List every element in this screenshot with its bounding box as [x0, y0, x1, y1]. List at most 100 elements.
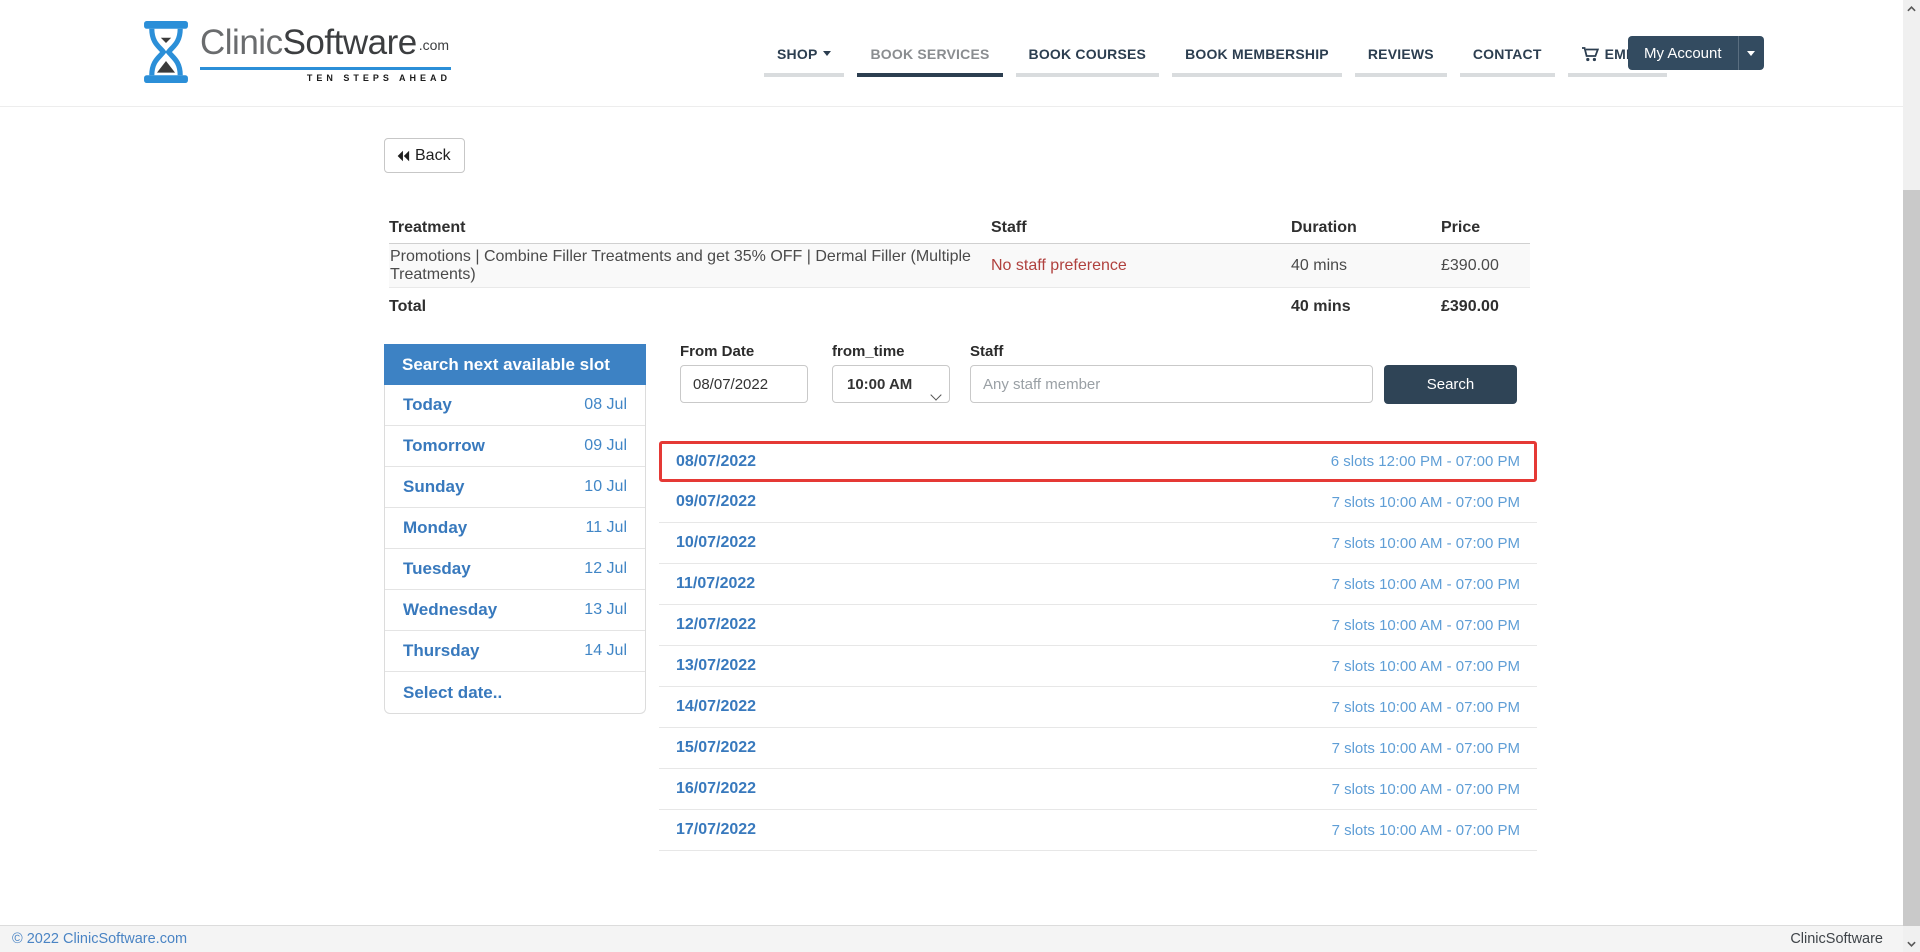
col-header-price: Price: [1441, 219, 1530, 237]
quick-slot-day: Tuesday: [403, 559, 471, 579]
table-header-row: Treatment Staff Duration Price: [389, 212, 1530, 244]
double-left-arrow-icon: [395, 149, 410, 163]
quick-slot-date: 10 Jul: [584, 478, 627, 496]
availability-row[interactable]: 10/07/20227 slots 10:00 AM - 07:00 PM: [659, 523, 1537, 564]
page: ClinicSoftware.com TEN STEPS AHEAD SHOP B…: [0, 0, 1920, 952]
logo[interactable]: ClinicSoftware.com TEN STEPS AHEAD: [140, 21, 451, 83]
scrollbar-thumb[interactable]: [1903, 190, 1920, 926]
treatment-cell: Promotions | Combine Filler Treatments a…: [389, 248, 991, 284]
availability-row[interactable]: 14/07/2022 7 slots 10:00 AM - 07:00 PM: [659, 687, 1537, 728]
caret-down-icon: [823, 51, 831, 56]
footer: © 2022 ClinicSoftware.com ClinicSoftware: [0, 925, 1903, 952]
nav-underline: [1172, 73, 1342, 77]
table-row: Promotions | Combine Filler Treatments a…: [389, 244, 1530, 288]
quick-slot-sunday[interactable]: Sunday 10 Jul: [385, 467, 645, 508]
nav-underline: [1016, 73, 1160, 77]
quick-slot-day: Today: [403, 395, 452, 415]
quick-slot-tomorrow[interactable]: Tomorrow09 Jul: [385, 426, 645, 467]
nav-item-book-courses[interactable]: BOOK COURSES: [1016, 0, 1160, 107]
quick-slot-wednesday[interactable]: Wednesday13 Jul: [385, 590, 645, 631]
availability-date-link[interactable]: 16/07/2022: [676, 780, 756, 798]
availability-date-link[interactable]: 14/07/2022: [676, 698, 756, 716]
nav-underline: [764, 73, 844, 77]
availability-date-link[interactable]: 09/07/2022: [676, 493, 756, 511]
my-account-button[interactable]: My Account: [1628, 36, 1738, 70]
availability-date-link[interactable]: 15/07/2022: [676, 739, 756, 757]
nav-item-contact[interactable]: CONTACT: [1460, 0, 1555, 107]
availability-slots-label: 7 slots 10:00 AM - 07:00 PM: [1332, 576, 1520, 593]
nav-item-book-membership[interactable]: BOOK MEMBERSHIP: [1172, 0, 1342, 107]
availability-date-link[interactable]: 08/07/2022: [676, 453, 756, 471]
staff-field-group: Staff: [970, 343, 1373, 403]
col-header-staff: Staff: [991, 219, 1291, 237]
main-nav: SHOP BOOK SERVICES BOOK COURSES BOOK MEMBER…: [764, 0, 1680, 107]
quick-slot-day: Sunday: [403, 477, 464, 497]
scroll-up-button[interactable]: [1903, 0, 1920, 17]
caret-down-icon: [1747, 51, 1755, 56]
availability-slots-label: 7 slots 10:00 AM - 07:00 PM: [1332, 740, 1520, 757]
select-date-label: Select date..: [403, 683, 502, 703]
availability-row[interactable]: 15/07/2022 7 slots 10:00 AM - 07:00 PM: [659, 728, 1537, 769]
price-cell: £390.00: [1441, 257, 1530, 275]
availability-date-link[interactable]: 12/07/2022: [676, 616, 756, 634]
quick-slot-monday[interactable]: Monday11 Jul: [385, 508, 645, 549]
total-price: £390.00: [1441, 298, 1530, 316]
nav-item-shop[interactable]: SHOP: [764, 0, 844, 107]
quick-slot-thursday[interactable]: Thursday14 Jul: [385, 631, 645, 672]
availability-list: 08/07/20226 slots 12:00 PM - 07:00 PM09/…: [659, 441, 1537, 851]
from-time-field-group: from_time 10:00 AM: [832, 343, 950, 403]
vertical-scrollbar[interactable]: [1903, 0, 1920, 952]
nav-item-label: REVIEWS: [1368, 46, 1434, 62]
availability-date-link[interactable]: 17/07/2022: [676, 821, 756, 839]
quick-slot-date: 08 Jul: [584, 396, 627, 414]
availability-slots-label: 7 slots 10:00 AM - 07:00 PM: [1332, 617, 1520, 634]
availability-row[interactable]: 17/07/20227 slots 10:00 AM - 07:00 PM: [659, 810, 1537, 851]
logo-brand-clinic: Clinic: [200, 21, 283, 65]
footer-brand: ClinicSoftware: [1790, 931, 1883, 947]
chevron-up-icon: [1907, 6, 1916, 12]
nav-underline: [857, 73, 1002, 77]
footer-copyright-link[interactable]: © 2022 ClinicSoftware.com: [12, 931, 187, 947]
availability-date-link[interactable]: 13/07/2022: [676, 657, 756, 675]
availability-date-link[interactable]: 10/07/2022: [676, 534, 756, 552]
availability-row[interactable]: 11/07/2022 7 slots 10:00 AM - 07:00 PM: [659, 564, 1537, 605]
availability-slots-label: 7 slots 10:00 AM - 07:00 PM: [1332, 699, 1520, 716]
quick-slot-select-date[interactable]: Select date..: [385, 672, 645, 713]
from-date-input[interactable]: [680, 365, 808, 403]
availability-row[interactable]: 08/07/20226 slots 12:00 PM - 07:00 PM: [659, 441, 1537, 482]
availability-row[interactable]: 16/07/2022 7 slots 10:00 AM - 07:00 PM: [659, 769, 1537, 810]
my-account-button-group: My Account: [1628, 36, 1764, 70]
nav-item-label: BOOK COURSES: [1029, 46, 1147, 62]
nav-item-reviews[interactable]: REVIEWS: [1355, 0, 1447, 107]
nav-item-book-services[interactable]: BOOK SERVICES: [857, 0, 1002, 107]
availability-date-link[interactable]: 11/07/2022: [676, 575, 755, 593]
total-duration: 40 mins: [1291, 298, 1441, 316]
my-account-dropdown-toggle[interactable]: [1738, 36, 1764, 70]
nav-item-label: BOOK SERVICES: [870, 46, 989, 62]
nav-item-label: BOOK MEMBERSHIP: [1185, 46, 1329, 62]
from-time-label: from_time: [832, 343, 950, 360]
quick-slot-day: Wednesday: [403, 600, 497, 620]
availability-row[interactable]: 13/07/20227 slots 10:00 AM - 07:00 PM: [659, 646, 1537, 687]
quick-slot-today[interactable]: Today 08 Jul: [385, 385, 645, 426]
nav-underline: [1568, 73, 1667, 77]
from-date-field-group: From Date: [680, 343, 808, 403]
logo-brand-software: Software: [283, 21, 417, 65]
nav-underline: [1355, 73, 1447, 77]
nav-underline: [1460, 73, 1555, 77]
table-total-row: Total 40 mins £390.00: [389, 288, 1530, 325]
quick-slot-date: 12 Jul: [584, 560, 627, 578]
back-button[interactable]: Back: [384, 138, 465, 173]
availability-slots-label: 7 slots 10:00 AM - 07:00 PM: [1332, 781, 1520, 798]
scroll-down-button[interactable]: [1903, 935, 1920, 952]
availability-row[interactable]: 09/07/20227 slots 10:00 AM - 07:00 PM: [659, 482, 1537, 523]
staff-label: Staff: [970, 343, 1373, 360]
duration-cell: 40 mins: [1291, 257, 1441, 275]
staff-input[interactable]: [970, 365, 1373, 403]
from-time-select[interactable]: 10:00 AM: [832, 365, 950, 403]
quick-slot-tuesday[interactable]: Tuesday 12 Jul: [385, 549, 645, 590]
chevron-down-icon: [1907, 941, 1916, 947]
quick-slot-panel: Search next available slot Today08 JulTo…: [384, 344, 646, 714]
search-button[interactable]: Search: [1384, 365, 1517, 404]
availability-row[interactable]: 12/07/2022 7 slots 10:00 AM - 07:00 PM: [659, 605, 1537, 646]
